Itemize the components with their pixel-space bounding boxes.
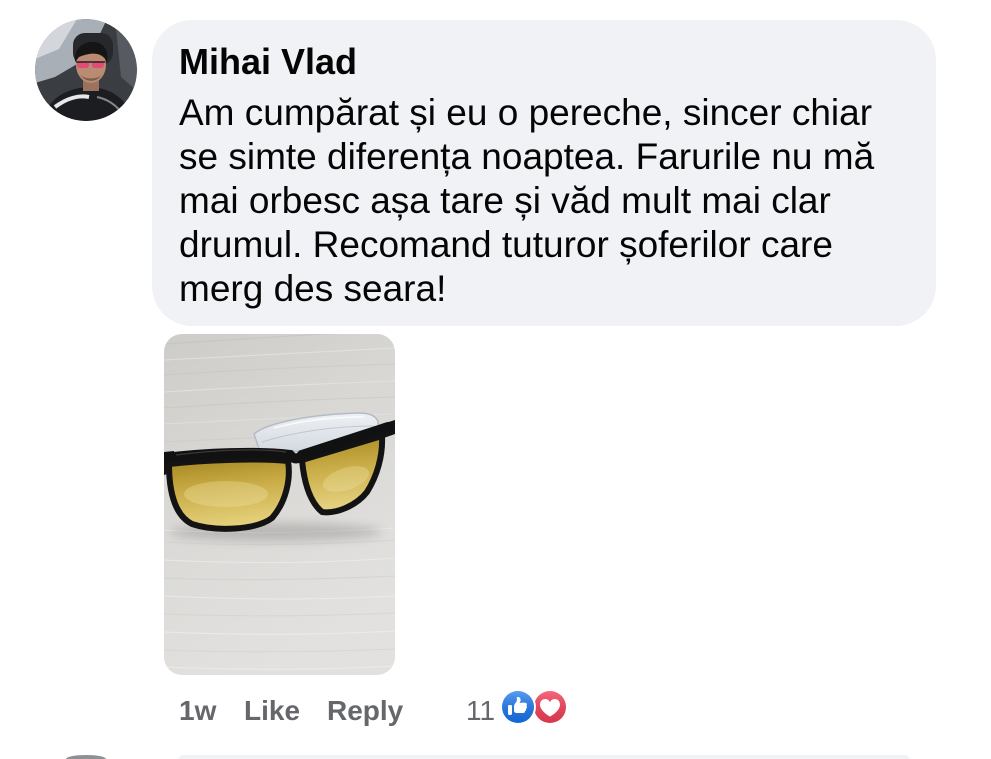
- comment-text: Am cumpărat și eu o pereche, sincer chia…: [179, 91, 910, 311]
- like-reaction-icon: [500, 689, 536, 725]
- timestamp-link[interactable]: 1w: [179, 694, 216, 728]
- comment-photo[interactable]: [164, 334, 395, 675]
- next-comment-bubble: [179, 755, 909, 759]
- comment-text-line: mai orbesc așa tare și văd mult mai clar: [179, 180, 831, 221]
- comment-text-line: se simte diferența noaptea. Farurile nu …: [179, 136, 875, 177]
- reaction-count: 11: [466, 695, 496, 726]
- comment-text-line: merg des seara!: [179, 268, 447, 309]
- love-reaction-icon: [532, 689, 568, 725]
- author-name[interactable]: Mihai Vlad: [179, 40, 357, 84]
- heart-icon: [534, 691, 566, 723]
- comment-text-line: Am cumpărat și eu o pereche, sincer chia…: [179, 92, 873, 133]
- comment-thread: Mihai Vlad Am cumpărat și eu o pereche, …: [0, 0, 991, 759]
- like-button[interactable]: Like: [244, 694, 300, 728]
- comment-bubble: Mihai Vlad Am cumpărat și eu o pereche, …: [152, 20, 936, 326]
- photo-image: [164, 334, 395, 675]
- thumbs-up-icon: [502, 691, 534, 723]
- reply-button[interactable]: Reply: [327, 694, 403, 728]
- avatar-photo: [35, 19, 137, 121]
- author-avatar[interactable]: [35, 19, 137, 121]
- next-comment-avatar[interactable]: [66, 755, 106, 759]
- comment-text-line: drumul. Recomand tuturor șoferilor care: [179, 224, 833, 265]
- reactions-summary[interactable]: 11: [466, 689, 568, 726]
- avatar-picture: [35, 19, 137, 121]
